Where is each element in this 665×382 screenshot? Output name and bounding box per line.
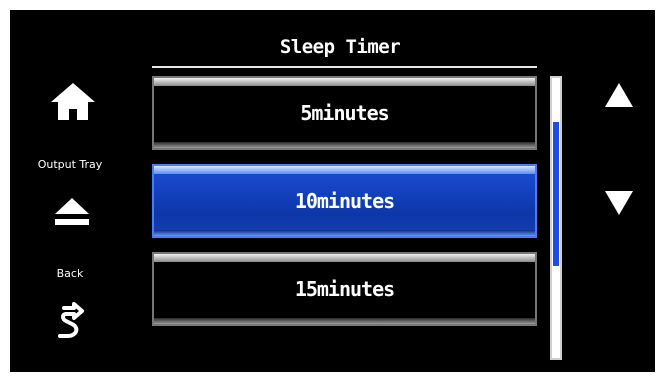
scroll-down-button[interactable] <box>602 188 636 218</box>
back-label: Back <box>56 267 84 280</box>
list-item[interactable]: 5minutes <box>152 76 537 150</box>
triangle-down-icon <box>605 191 633 215</box>
list-item-label: 10minutes <box>294 189 395 213</box>
home-button[interactable] <box>48 80 98 124</box>
page-title: Sleep Timer <box>279 36 401 58</box>
printer-screen: Sleep Timer Output Tray Back 5minutes 10… <box>10 10 655 372</box>
home-icon <box>51 83 95 120</box>
list-item[interactable]: 15minutes <box>152 252 537 326</box>
scrollbar[interactable] <box>550 76 562 360</box>
output-tray-button[interactable] <box>52 196 92 228</box>
output-tray-label: Output Tray <box>37 158 103 171</box>
list-item-label: 15minutes <box>294 277 395 301</box>
triangle-up-icon <box>605 83 633 107</box>
back-arrow-icon <box>58 302 84 338</box>
back-button[interactable] <box>52 302 86 338</box>
list-item-label: 5minutes <box>300 101 389 125</box>
left-panel: Output Tray Back <box>10 10 130 372</box>
eject-icon <box>55 198 89 225</box>
scrollbar-thumb[interactable] <box>553 122 559 266</box>
scroll-up-button[interactable] <box>602 80 636 110</box>
list-item-selected[interactable]: 10minutes <box>152 164 537 238</box>
title-divider <box>152 66 537 68</box>
